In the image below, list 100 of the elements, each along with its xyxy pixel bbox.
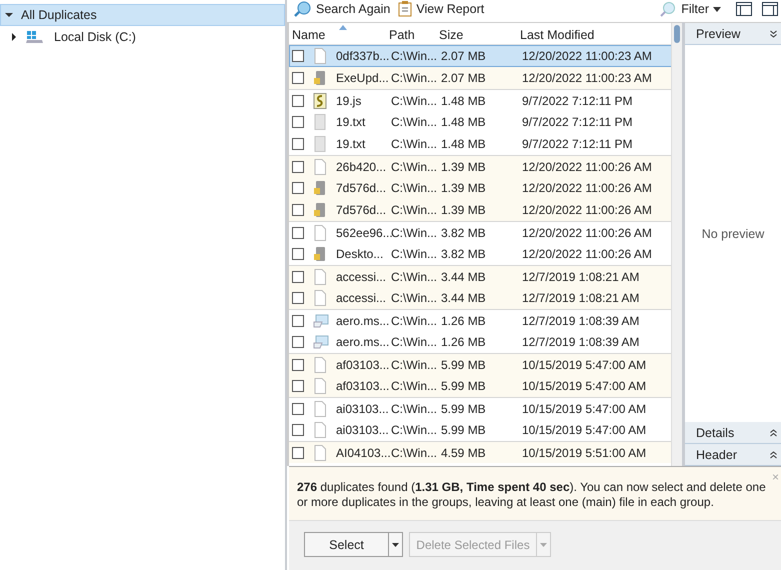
- panel-header[interactable]: Header: [685, 444, 781, 466]
- sort-arrow-icon: [339, 25, 347, 30]
- column-header[interactable]: Last Modified: [520, 28, 594, 42]
- checkbox[interactable]: [292, 270, 304, 282]
- table-cell-text: C:\Win...: [391, 226, 438, 240]
- checkbox[interactable]: [292, 138, 304, 150]
- search-again-button[interactable]: Search Again: [294, 1, 396, 17]
- column-header[interactable]: Path: [389, 28, 415, 42]
- scrollbar[interactable]: [671, 23, 682, 466]
- checkbox[interactable]: [292, 380, 304, 392]
- empty-message: No preview: [702, 226, 764, 240]
- table-cell-text: 2.07 MB: [441, 71, 487, 85]
- table-cell-text: 19.js: [336, 94, 362, 108]
- table-cell-text: 12/20/2022 11:00:26 AM: [522, 203, 653, 217]
- table-cell-text: C:\Win...: [391, 423, 438, 437]
- table-cell-text: 1.26 MB: [441, 335, 487, 349]
- checkbox[interactable]: [292, 182, 304, 194]
- search-icon: [294, 1, 312, 17]
- view-report-button[interactable]: View Report: [398, 1, 490, 17]
- table-cell-text: ExeUpd...: [336, 71, 390, 85]
- table-cell-text: 12/7/2019 1:08:39 AM: [522, 335, 640, 349]
- column-header[interactable]: Name: [292, 28, 326, 42]
- dropdown-button[interactable]: [388, 532, 403, 557]
- checkbox[interactable]: [292, 226, 304, 238]
- table-cell-text: 12/7/2019 1:08:21 AM: [522, 291, 640, 305]
- table-cell-text: 1.39 MB: [441, 181, 487, 195]
- image-file-icon: [313, 335, 329, 349]
- file-row[interactable]: 19.txt C:\Win... 1.48 MB 9/7/2022 7:12:11 PM: [289, 111, 672, 133]
- checkbox[interactable]: [292, 424, 304, 436]
- file-icon: [313, 400, 329, 416]
- table-cell-text: af03103...: [336, 379, 390, 393]
- checkbox[interactable]: [292, 446, 304, 458]
- checkbox[interactable]: [292, 116, 304, 128]
- file-row[interactable]: 19.txt C:\Win... 1.48 MB 9/7/2022 7:12:11 PM: [289, 133, 672, 155]
- column-header[interactable]: Size: [439, 28, 464, 42]
- checkbox[interactable]: [292, 336, 304, 348]
- table-cell-text: C:\Win...: [391, 137, 438, 151]
- tree-item[interactable]: Local Disk (C:): [0, 26, 285, 48]
- file-icon: [313, 444, 329, 460]
- collapse-icon[interactable]: [770, 30, 777, 38]
- table-cell-text: C:\Win...: [391, 270, 438, 284]
- expand-icon[interactable]: [770, 450, 777, 458]
- table-cell-text: C:\Win...: [391, 335, 438, 349]
- checkbox[interactable]: [292, 402, 304, 414]
- table-cell-text: C:\Win...: [391, 402, 438, 416]
- checkbox[interactable]: [292, 358, 304, 370]
- file-row[interactable]: 7d576d... C:\Win... 1.39 MB 12/20/2022 11:00:26 AM: [289, 177, 672, 199]
- file-row[interactable]: accessi... C:\Win... 3.44 MB 12/7/2019 1:08:21 AM: [289, 266, 672, 287]
- table-cell-text: C:\Win...: [391, 291, 438, 305]
- tree-item[interactable]: All Duplicates: [0, 4, 285, 26]
- expand-icon[interactable]: [770, 428, 777, 436]
- table-cell-text: 3.82 MB: [441, 247, 487, 261]
- checkbox[interactable]: [292, 94, 304, 106]
- checkbox[interactable]: [292, 50, 304, 62]
- table-cell-text: ai03103...: [336, 402, 390, 416]
- panel-header[interactable]: Preview: [685, 23, 781, 45]
- table-cell-text: 1.39 MB: [441, 160, 487, 174]
- file-row[interactable]: 562ee96...C:\Win... 3.82 MB 12/20/2022 11:00:26 AM: [289, 222, 672, 243]
- table-cell-text: 12/20/2022 11:00:26 AM: [522, 181, 653, 195]
- file-row[interactable]: AI04103...C:\Win... 4.59 MB 10/15/2019 5:51:00 AM: [289, 442, 672, 463]
- expand-icon[interactable]: [10, 33, 18, 41]
- file-row[interactable]: 0df337b...C:\Win... 2.07 MB 12/20/2022 11:00:23 AM: [289, 45, 672, 67]
- table-cell-text: C:\Win...: [391, 247, 438, 261]
- layout-icon[interactable]: [736, 2, 752, 16]
- table-cell-text: 3.44 MB: [441, 270, 487, 284]
- image-file-icon: [313, 314, 329, 328]
- file-row[interactable]: af03103...C:\Win... 5.99 MB 10/15/2019 5:47:00 AM: [289, 354, 672, 375]
- table-cell-text: 10/15/2019 5:47:00 AM: [522, 358, 648, 372]
- table-cell-text: 9/7/2022 7:12:11 PM: [522, 94, 634, 108]
- table-cell-text: 5.99 MB: [441, 358, 487, 372]
- checkbox[interactable]: [292, 72, 304, 84]
- checkbox[interactable]: [292, 204, 304, 216]
- checkbox[interactable]: [292, 314, 304, 326]
- file-row[interactable]: ai03103... C:\Win... 5.99 MB 10/15/2019 5:47:00 AM: [289, 398, 672, 419]
- caret-icon: [540, 542, 547, 546]
- file-row[interactable]: 7d576d... C:\Win... 1.39 MB 12/20/2022 11:00:26 AM: [289, 199, 672, 221]
- table-cell-text: 1.26 MB: [441, 314, 487, 328]
- expand-icon[interactable]: [5, 11, 13, 19]
- file-icon: [313, 158, 329, 174]
- file-row[interactable]: ExeUpd... C:\Win... 2.07 MB 12/20/2022 11:00:23 AM: [289, 67, 672, 89]
- file-row[interactable]: ai03103... C:\Win... 5.99 MB 10/15/2019 5:47:00 AM: [289, 419, 672, 441]
- checkbox[interactable]: [292, 292, 304, 304]
- table-cell-text: 1.48 MB: [441, 137, 487, 151]
- file-row[interactable]: aero.ms...C:\Win... 1.26 MB 12/7/2019 1:08:39 AM: [289, 331, 672, 353]
- file-row[interactable]: Deskto... C:\Win... 3.82 MB 12/20/2022 11:00:26 AM: [289, 243, 672, 265]
- table-cell-text: C:\Win...: [391, 115, 438, 129]
- select-button[interactable]: Select: [304, 532, 389, 557]
- panel-header[interactable]: Details: [685, 422, 781, 444]
- filter-button[interactable]: Filter: [659, 1, 727, 17]
- table-cell-text: C:\Win...: [391, 314, 438, 328]
- checkbox[interactable]: [292, 248, 304, 260]
- file-row[interactable]: aero.ms...C:\Win... 1.26 MB 12/7/2019 1:08:39 AM: [289, 310, 672, 331]
- file-row[interactable]: af03103...C:\Win... 5.99 MB 10/15/2019 5:47:00 AM: [289, 375, 672, 397]
- file-row[interactable]: accessi... C:\Win... 3.44 MB 12/7/2019 1:08:21 AM: [289, 287, 672, 309]
- file-row[interactable]: 26b420... C:\Win... 1.39 MB 12/20/2022 11:00:26 AM: [289, 156, 672, 177]
- file-icon: [313, 224, 329, 240]
- table-cell-text: 2.07 MB: [441, 49, 487, 63]
- file-row[interactable]: 19.js C:\Win... 1.48 MB 9/7/2022 7:12:11 PM: [289, 90, 672, 111]
- checkbox[interactable]: [292, 160, 304, 172]
- layout-icon[interactable]: [762, 2, 778, 16]
